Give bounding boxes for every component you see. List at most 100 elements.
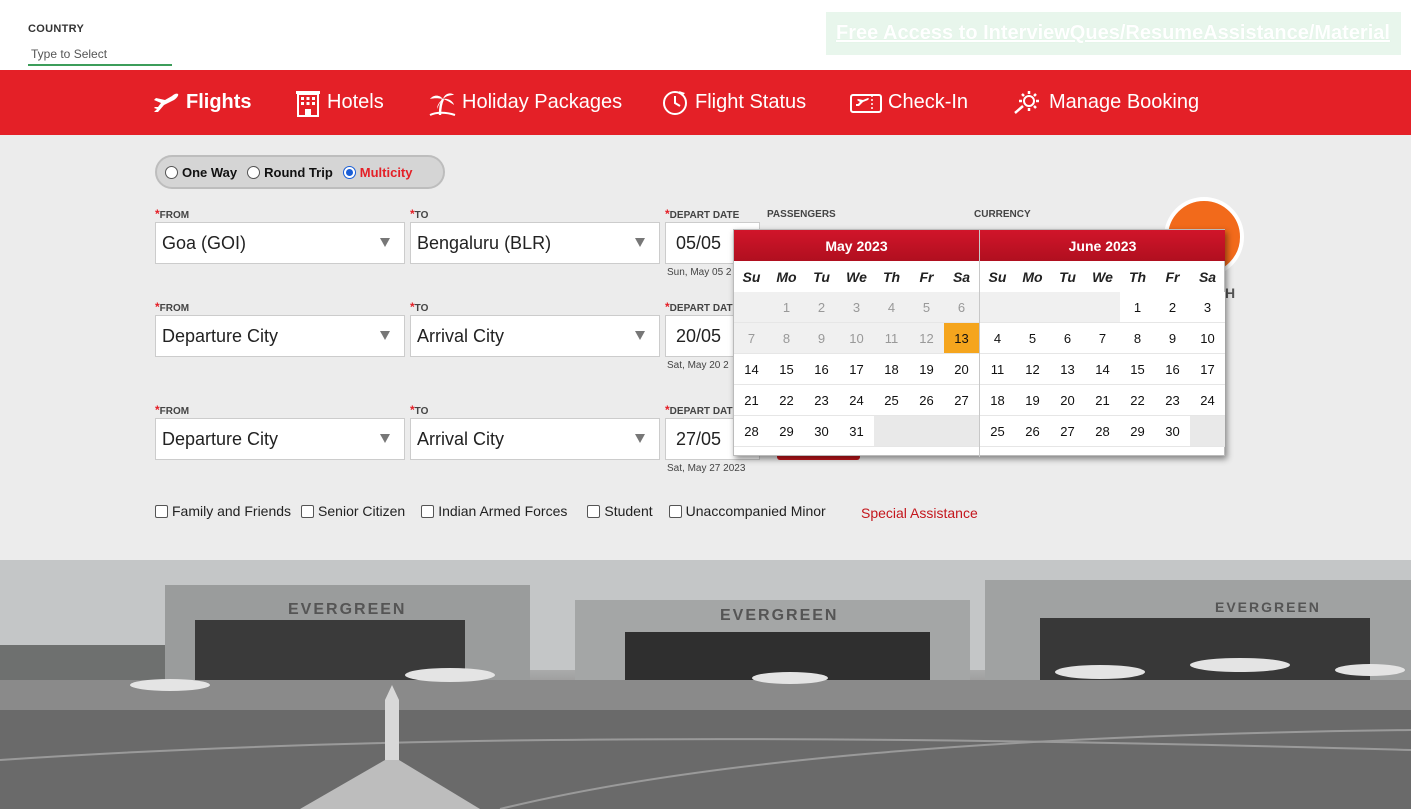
nav-flight-status[interactable]: Flight Status: [661, 70, 806, 135]
leg2-from-value: Departure City: [162, 325, 279, 346]
armed-label: Indian Armed Forces: [438, 503, 568, 519]
hotel-building-icon: [296, 90, 320, 117]
nav-holiday-packages[interactable]: Holiday Packages: [428, 70, 622, 135]
calendar-day[interactable]: 19: [1015, 385, 1050, 416]
leg3-from-select[interactable]: Departure City: [155, 418, 405, 460]
multicity-radio[interactable]: [342, 165, 356, 179]
leg2-from-label: *FROM: [155, 300, 190, 314]
calendar-grid: Su Mo Tu We Th Fr Sa 1 2 3 4 5 6 7 8 9 10 11 12 13 14 15 16 17 1…: [980, 261, 1225, 447]
calendar-day[interactable]: 27: [1050, 416, 1085, 447]
calendar-day[interactable]: 11: [980, 354, 1015, 385]
calendar-day[interactable]: 21: [734, 385, 769, 416]
nav-hotels[interactable]: Hotels: [295, 70, 384, 135]
calendar-day[interactable]: 13: [1050, 354, 1085, 385]
airport-hangar-illustration: EVERGREEN EVERGREEN EVERGREEN: [0, 560, 1411, 809]
calendar-day[interactable]: 3: [1190, 292, 1225, 323]
nav-flights-label: Flights: [186, 91, 252, 113]
weekday-header: We: [1092, 268, 1113, 285]
calendar-day[interactable]: 10: [1190, 323, 1225, 354]
calendar-day[interactable]: 18: [874, 354, 909, 385]
calendar-day[interactable]: 14: [734, 354, 769, 385]
nav-manage-booking[interactable]: Manage Booking: [1013, 70, 1199, 135]
calendar-day[interactable]: 5: [1015, 323, 1050, 354]
calendar-day[interactable]: 20: [944, 354, 979, 385]
calendar-day[interactable]: 7: [1085, 323, 1120, 354]
trip-multicity[interactable]: Multicity: [342, 165, 413, 180]
calendar-day[interactable]: 29: [769, 416, 804, 447]
calendar-month-june: June 2023 Su Mo Tu We Th Fr Sa 1 2 3 4 5 6 7 8 9 10 11 12 1…: [980, 230, 1225, 457]
calendar-day[interactable]: 23: [1155, 385, 1190, 416]
calendar-day[interactable]: 15: [1120, 354, 1155, 385]
calendar-day[interactable]: 1: [1120, 292, 1155, 323]
chevron-down-icon: [635, 331, 645, 340]
calendar-day[interactable]: 17: [1190, 354, 1225, 385]
calendar-day[interactable]: 16: [804, 354, 839, 385]
leg3-to-value: Arrival City: [417, 428, 505, 449]
hangar-sign-2: EVERGREEN: [720, 607, 838, 624]
promo-link[interactable]: Free Access to InterviewQues/ResumeAssis…: [836, 22, 1390, 45]
calendar-day[interactable]: 13: [944, 323, 979, 354]
armed-forces-checkbox[interactable]: Indian Armed Forces: [421, 503, 567, 519]
calendar-day[interactable]: 16: [1155, 354, 1190, 385]
leg3-date-value: 27/05: [676, 428, 722, 449]
checkbox-box[interactable]: [155, 504, 168, 518]
calendar-day[interactable]: 14: [1085, 354, 1120, 385]
leg2-from-select[interactable]: Departure City: [155, 315, 405, 357]
calendar-empty-cell: [909, 416, 944, 447]
calendar-day[interactable]: 25: [874, 385, 909, 416]
calendar-day[interactable]: 27: [944, 385, 979, 416]
calendar-day[interactable]: 28: [734, 416, 769, 447]
calendar-day[interactable]: 6: [1050, 323, 1085, 354]
family-friends-checkbox[interactable]: Family and Friends: [155, 503, 291, 519]
leg1-from-select[interactable]: Goa (GOI): [155, 222, 405, 264]
calendar-day[interactable]: 26: [909, 385, 944, 416]
calendar-day[interactable]: 22: [769, 385, 804, 416]
calendar-day[interactable]: 15: [769, 354, 804, 385]
calendar-day[interactable]: 22: [1120, 385, 1155, 416]
calendar-month-may: May 2023 Su Mo Tu We Th Fr Sa 1 2 3 4 5 6 7 8 9 10 11 12 13…: [734, 230, 979, 457]
calendar-day[interactable]: 17: [839, 354, 874, 385]
calendar-day[interactable]: 25: [980, 416, 1015, 447]
country-input[interactable]: [28, 44, 172, 66]
checkbox-box[interactable]: [668, 504, 682, 518]
calendar-day[interactable]: 20: [1050, 385, 1085, 416]
calendar-day[interactable]: 30: [804, 416, 839, 447]
calendar-day: 2: [804, 292, 839, 323]
leg2-to-select[interactable]: Arrival City: [410, 315, 660, 357]
calendar-day[interactable]: 21: [1085, 385, 1120, 416]
calendar-day[interactable]: 12: [1015, 354, 1050, 385]
calendar-day[interactable]: 29: [1120, 416, 1155, 447]
checkbox-box[interactable]: [301, 504, 315, 518]
calendar-day[interactable]: 24: [1190, 385, 1225, 416]
checkbox-box[interactable]: [587, 504, 601, 518]
calendar-day[interactable]: 19: [909, 354, 944, 385]
calendar-day[interactable]: 8: [1120, 323, 1155, 354]
checkbox-box[interactable]: [421, 504, 435, 518]
calendar-day[interactable]: 23: [804, 385, 839, 416]
leg1-to-select[interactable]: Bengaluru (BLR): [410, 222, 660, 264]
special-assistance-link[interactable]: Special Assistance: [861, 505, 978, 521]
calendar-day[interactable]: 28: [1085, 416, 1120, 447]
calendar-day[interactable]: 9: [1155, 323, 1190, 354]
round-trip-radio[interactable]: [247, 165, 261, 179]
nav-check-in[interactable]: Check-In: [850, 70, 968, 135]
calendar-day[interactable]: 26: [1015, 416, 1050, 447]
calendar-empty-cell: [874, 416, 909, 447]
leg3-from-label: *FROM: [155, 403, 190, 417]
calendar-day[interactable]: 30: [1155, 416, 1190, 447]
calendar-day[interactable]: 2: [1155, 292, 1190, 323]
calendar-day[interactable]: 31: [839, 416, 874, 447]
one-way-radio[interactable]: [165, 165, 178, 179]
trip-round-trip[interactable]: Round Trip: [247, 165, 333, 180]
manage-gear-icon: [1014, 90, 1039, 114]
unaccompanied-minor-checkbox[interactable]: Unaccompanied Minor: [668, 503, 826, 519]
student-checkbox[interactable]: Student: [587, 503, 653, 519]
nav-flights[interactable]: Flights: [152, 70, 252, 135]
leg3-depart-label: *DEPART DAT: [665, 403, 733, 417]
trip-one-way[interactable]: One Way: [165, 165, 237, 180]
leg3-to-select[interactable]: Arrival City: [410, 418, 660, 460]
senior-citizen-checkbox[interactable]: Senior Citizen: [301, 503, 405, 519]
calendar-day[interactable]: 18: [980, 385, 1015, 416]
calendar-day[interactable]: 4: [980, 323, 1015, 354]
calendar-day[interactable]: 24: [839, 385, 874, 416]
